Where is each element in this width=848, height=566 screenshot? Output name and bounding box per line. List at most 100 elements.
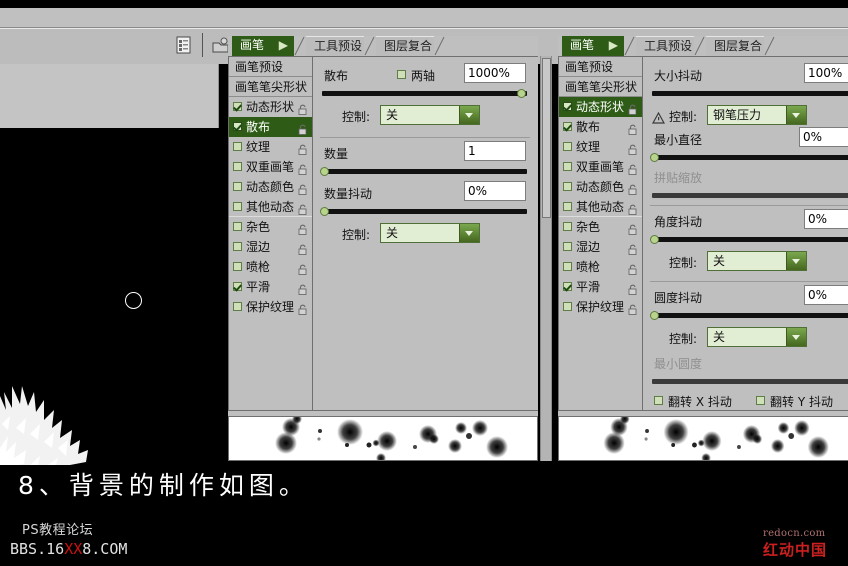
lock-icon[interactable] [628, 201, 638, 215]
brush-option-row[interactable]: 喷枪 [229, 257, 312, 277]
angle-jitter-control-dropdown[interactable]: 关 [707, 251, 807, 271]
brush-option-row[interactable]: 双重画笔 [229, 157, 312, 177]
scatter-control-dropdown[interactable]: 关 [380, 105, 480, 125]
option-checkbox[interactable] [563, 202, 572, 211]
option-checkbox[interactable] [233, 122, 242, 131]
count-slider[interactable] [322, 169, 527, 174]
brush-option-row[interactable]: 纹理 [559, 137, 642, 157]
chevron-down-icon[interactable] [786, 252, 806, 270]
lock-icon[interactable] [298, 261, 308, 275]
lock-icon[interactable] [298, 241, 308, 255]
option-checkbox[interactable] [233, 222, 242, 231]
option-checkbox[interactable] [563, 102, 572, 111]
lock-icon[interactable] [298, 301, 308, 315]
brush-option-row[interactable]: 保护纹理 [229, 297, 312, 317]
option-checkbox[interactable] [233, 302, 242, 311]
angle-jitter-slider-knob[interactable] [650, 235, 659, 244]
roundness-jitter-slider-knob[interactable] [650, 311, 659, 320]
brush-option-row[interactable]: 动态颜色 [229, 177, 312, 197]
tab-brush-right[interactable]: 画笔 ▶ [562, 36, 624, 56]
brush-option-row[interactable]: 其他动态 [229, 197, 312, 217]
scatter-slider[interactable] [322, 91, 527, 96]
option-checkbox[interactable] [563, 122, 572, 131]
min-diameter-slider[interactable] [652, 155, 848, 160]
size-jitter-value[interactable]: 100% [804, 63, 848, 83]
brush-option-row[interactable]: 画笔笔尖形状 [229, 77, 312, 97]
option-checkbox[interactable] [233, 262, 242, 271]
option-checkbox[interactable] [233, 182, 242, 191]
lock-icon[interactable] [628, 181, 638, 195]
lock-icon[interactable] [298, 141, 308, 155]
brush-option-row[interactable]: 画笔笔尖形状 [559, 77, 642, 97]
chevron-down-icon[interactable] [786, 328, 806, 346]
brush-option-row[interactable]: 散布 [229, 117, 312, 137]
chevron-down-icon[interactable] [786, 106, 806, 124]
count-jitter-control-dropdown[interactable]: 关 [380, 223, 480, 243]
brush-option-list-left[interactable]: 画笔预设 画笔笔尖形状 动态形状 散布 纹理 双重画笔 动态颜色 其他动态 杂色 湿边 喷枪 平滑 保护… [229, 57, 313, 410]
option-checkbox[interactable] [563, 302, 572, 311]
scrollbar-thumb[interactable] [542, 58, 551, 218]
option-checkbox[interactable] [563, 242, 572, 251]
lock-icon[interactable] [628, 141, 638, 155]
lock-icon[interactable] [298, 181, 308, 195]
brush-option-row[interactable]: 湿边 [229, 237, 312, 257]
count-value[interactable]: 1 [464, 141, 526, 161]
option-checkbox[interactable] [563, 142, 572, 151]
min-diameter-value[interactable]: 0% [799, 127, 848, 147]
option-checkbox[interactable] [563, 262, 572, 271]
count-jitter-slider-knob[interactable] [320, 207, 329, 216]
brush-option-row[interactable]: 双重画笔 [559, 157, 642, 177]
lock-icon[interactable] [628, 221, 638, 235]
size-jitter-slider[interactable] [652, 91, 848, 96]
option-checkbox[interactable] [233, 102, 242, 111]
roundness-jitter-slider[interactable] [652, 313, 848, 318]
angle-jitter-value[interactable]: 0% [804, 209, 848, 229]
size-jitter-control-dropdown[interactable]: 钢笔压力 [707, 105, 807, 125]
count-slider-knob[interactable] [320, 167, 329, 176]
brush-option-row[interactable]: 画笔预设 [559, 57, 642, 77]
lock-icon[interactable] [298, 221, 308, 235]
tab-tool-presets-right[interactable]: 工具预设 [636, 36, 694, 56]
brush-option-list-right[interactable]: 画笔预设 画笔笔尖形状 动态形状 散布 纹理 双重画笔 动态颜色 其他动态 杂色 湿边 喷枪 平滑 保护… [559, 57, 643, 410]
tab-brush-left[interactable]: 画笔 ▶ [232, 36, 294, 56]
brush-option-row[interactable]: 动态颜色 [559, 177, 642, 197]
brush-option-row[interactable]: 平滑 [559, 277, 642, 297]
brush-option-row[interactable]: 湿边 [559, 237, 642, 257]
lock-icon[interactable] [628, 161, 638, 175]
option-checkbox[interactable] [233, 162, 242, 171]
roundness-jitter-value[interactable]: 0% [804, 285, 848, 305]
document-list-icon[interactable] [176, 36, 192, 54]
option-checkbox[interactable] [233, 282, 242, 291]
brush-option-row[interactable]: 动态形状 [229, 97, 312, 117]
count-jitter-value[interactable]: 0% [464, 181, 526, 201]
min-diameter-slider-knob[interactable] [650, 153, 659, 162]
brush-option-row[interactable]: 杂色 [559, 217, 642, 237]
chevron-down-icon[interactable] [459, 224, 479, 242]
palette-scrollbar[interactable] [540, 56, 552, 461]
lock-icon[interactable] [628, 121, 638, 135]
lock-icon[interactable] [298, 201, 308, 215]
option-checkbox[interactable] [233, 142, 242, 151]
count-jitter-slider[interactable] [322, 209, 527, 214]
lock-icon[interactable] [628, 301, 638, 315]
brush-option-row[interactable]: 动态形状 [559, 97, 642, 117]
scatter-value[interactable]: 1000% [464, 63, 526, 83]
option-checkbox[interactable] [233, 202, 242, 211]
chevron-down-icon[interactable] [459, 106, 479, 124]
scatter-slider-knob[interactable] [517, 89, 526, 98]
lock-icon[interactable] [298, 121, 308, 135]
lock-icon[interactable] [298, 101, 308, 115]
lock-icon[interactable] [628, 261, 638, 275]
lock-icon[interactable] [628, 281, 638, 295]
tab-layer-comps-right[interactable]: 图层复合 [706, 36, 764, 56]
brush-option-row[interactable]: 保护纹理 [559, 297, 642, 317]
option-checkbox[interactable] [563, 162, 572, 171]
lock-icon[interactable] [298, 161, 308, 175]
brush-option-row[interactable]: 其他动态 [559, 197, 642, 217]
lock-icon[interactable] [628, 101, 638, 115]
option-checkbox[interactable] [233, 242, 242, 251]
option-checkbox[interactable] [563, 282, 572, 291]
option-checkbox[interactable] [563, 222, 572, 231]
roundness-jitter-control-dropdown[interactable]: 关 [707, 327, 807, 347]
brush-option-row[interactable]: 喷枪 [559, 257, 642, 277]
